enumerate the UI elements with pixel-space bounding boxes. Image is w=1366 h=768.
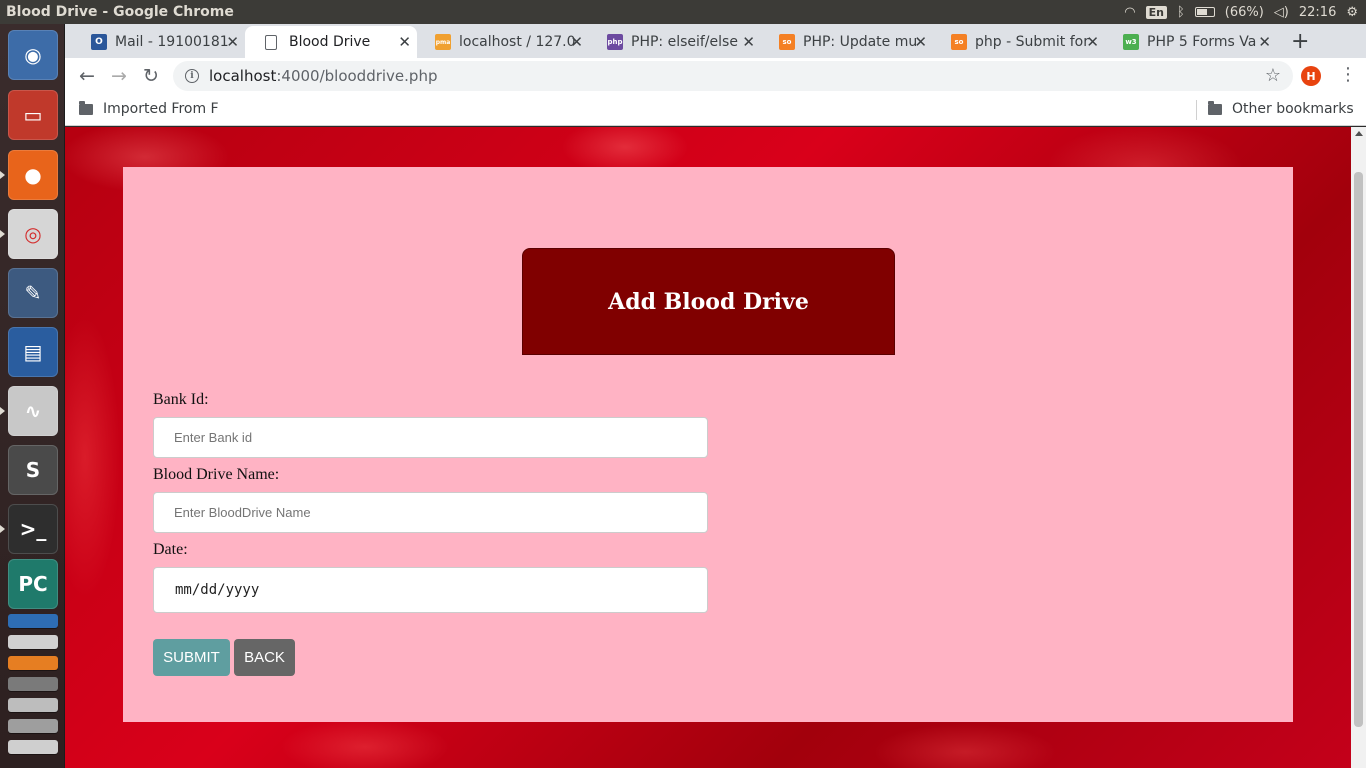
forward-arrow-icon[interactable]: →	[107, 64, 131, 88]
close-tab-icon[interactable]: ✕	[742, 33, 755, 51]
php-favicon-icon: php	[607, 34, 623, 50]
date-label: Date:	[153, 541, 188, 558]
keyboard-language-indicator[interactable]: En	[1145, 5, 1167, 19]
wifi-icon[interactable]: ◠	[1124, 5, 1135, 20]
tab-mail[interactable]: O Mail - 19100181 ✕	[73, 26, 245, 58]
address-bar[interactable]: i localhost:4000/blooddrive.php ☆	[173, 61, 1293, 91]
launcher-stacked-app-icon[interactable]	[8, 677, 58, 691]
running-indicator	[0, 230, 5, 238]
battery-icon[interactable]	[1194, 7, 1215, 17]
page-favicon-icon	[265, 34, 277, 50]
bookmark-label: Imported From F	[103, 101, 219, 117]
tab-strip: O Mail - 19100181 ✕ Blood Drive ✕ pma lo…	[65, 24, 1366, 58]
launcher-stacked-app-icon[interactable]	[8, 698, 58, 712]
bookmarks-divider	[1196, 100, 1197, 120]
text-editor-icon[interactable]: ✎	[8, 268, 58, 318]
folder-icon	[79, 101, 93, 115]
back-arrow-icon[interactable]: ←	[75, 64, 99, 88]
tab-php-submit[interactable]: so php - Submit for ✕	[933, 26, 1105, 58]
chrome-icon[interactable]: ◎	[8, 209, 58, 259]
settings-gear-icon[interactable]: ⚙	[1346, 5, 1358, 20]
system-tray: ◠ En ᛒ (66%) ◁) 22:16 ⚙	[1124, 5, 1366, 20]
file-cabinet-icon[interactable]: ▭	[8, 90, 58, 140]
bookmarks-bar: Imported From F Other bookmarks	[65, 94, 1366, 126]
launcher-stacked-app-icon[interactable]	[8, 719, 58, 733]
tab-phpmyadmin[interactable]: pma localhost / 127.0 ✕	[417, 26, 589, 58]
form-header: Add Blood Drive	[522, 248, 895, 355]
bookmark-star-icon[interactable]: ☆	[1265, 65, 1281, 86]
terminal-icon[interactable]: >_	[8, 504, 58, 554]
running-indicator	[0, 407, 5, 415]
clock[interactable]: 22:16	[1299, 5, 1336, 20]
stackoverflow-favicon-icon: so	[951, 34, 967, 50]
phpmyadmin-favicon-icon: pma	[435, 34, 451, 50]
stackoverflow-favicon-icon: so	[779, 34, 795, 50]
tab-php5-forms[interactable]: w3 PHP 5 Forms Va ✕	[1105, 26, 1277, 58]
bookmark-label: Other bookmarks	[1232, 101, 1354, 117]
writer-icon[interactable]: ▤	[8, 327, 58, 377]
outlook-favicon-icon: O	[91, 34, 107, 50]
firefox-icon[interactable]: ●	[8, 150, 58, 200]
battery-percentage: (66%)	[1224, 4, 1264, 20]
new-tab-plus-icon[interactable]: +	[1291, 29, 1309, 54]
browser-toolbar: ← → ↻ i localhost:4000/blooddrive.php ☆ …	[65, 58, 1366, 94]
sublime-text-icon[interactable]: S	[8, 445, 58, 495]
page-viewport: Add Blood Drive Bank Id: Blood Drive Nam…	[65, 127, 1351, 768]
close-tab-icon[interactable]: ✕	[226, 33, 239, 51]
running-indicator	[0, 525, 5, 533]
date-input[interactable]: mm/dd/yyyy	[153, 567, 708, 613]
window-title: Blood Drive - Google Chrome	[6, 4, 234, 20]
document-viewer-icon[interactable]: ∿	[8, 386, 58, 436]
bank-id-label: Bank Id:	[153, 391, 209, 408]
drive-name-label: Blood Drive Name:	[153, 466, 280, 483]
site-info-icon[interactable]: i	[185, 69, 199, 83]
drive-name-input[interactable]	[153, 492, 708, 533]
launcher-stacked-app-icon[interactable]	[8, 635, 58, 649]
bluetooth-icon[interactable]: ᛒ	[1177, 5, 1185, 20]
close-tab-icon[interactable]: ✕	[398, 33, 411, 51]
bank-id-input[interactable]	[153, 417, 708, 458]
bookmark-folder-imported[interactable]: Imported From F	[79, 101, 219, 117]
submit-button[interactable]: SUBMIT	[153, 639, 230, 676]
scroll-up-arrow-icon[interactable]	[1355, 131, 1363, 136]
system-top-panel: Blood Drive - Google Chrome ◠ En ᛒ (66%)…	[0, 0, 1366, 24]
form-card: Add Blood Drive Bank Id: Blood Drive Nam…	[123, 167, 1293, 722]
form-title: Add Blood Drive	[608, 288, 809, 315]
close-tab-icon[interactable]: ✕	[570, 33, 583, 51]
volume-icon[interactable]: ◁)	[1274, 5, 1289, 20]
launcher-stacked-app-icon[interactable]	[8, 740, 58, 754]
scrollbar-thumb[interactable]	[1354, 172, 1363, 727]
tab-php-elseif[interactable]: php PHP: elseif/else ✕	[589, 26, 761, 58]
w3schools-favicon-icon: w3	[1123, 34, 1139, 50]
tab-php-update[interactable]: so PHP: Update mu ✕	[761, 26, 933, 58]
bookmark-folder-other[interactable]: Other bookmarks	[1208, 101, 1354, 117]
pycharm-icon[interactable]: PC	[8, 559, 58, 609]
launcher-stacked-app-icon[interactable]	[8, 656, 58, 670]
url-path: :4000/blooddrive.php	[276, 67, 438, 85]
back-button[interactable]: BACK	[234, 639, 295, 676]
unity-launcher: ◉ ▭ ● ◎ ✎ ▤ ∿ S >_ PC	[0, 24, 65, 768]
close-tab-icon[interactable]: ✕	[914, 33, 927, 51]
tab-blood-drive[interactable]: Blood Drive ✕	[245, 26, 417, 58]
folder-icon	[1208, 101, 1222, 115]
page-scrollbar[interactable]	[1351, 127, 1366, 768]
close-tab-icon[interactable]: ✕	[1086, 33, 1099, 51]
ubuntu-dash-icon[interactable]: ◉	[8, 30, 58, 80]
url-host: localhost	[209, 67, 277, 85]
launcher-stacked-app-icon[interactable]	[8, 614, 58, 628]
running-indicator	[0, 171, 5, 179]
close-tab-icon[interactable]: ✕	[1258, 33, 1271, 51]
profile-avatar[interactable]: H	[1301, 66, 1321, 86]
chrome-menu-icon[interactable]: ⋮	[1339, 64, 1357, 85]
reload-icon[interactable]: ↻	[139, 64, 163, 88]
